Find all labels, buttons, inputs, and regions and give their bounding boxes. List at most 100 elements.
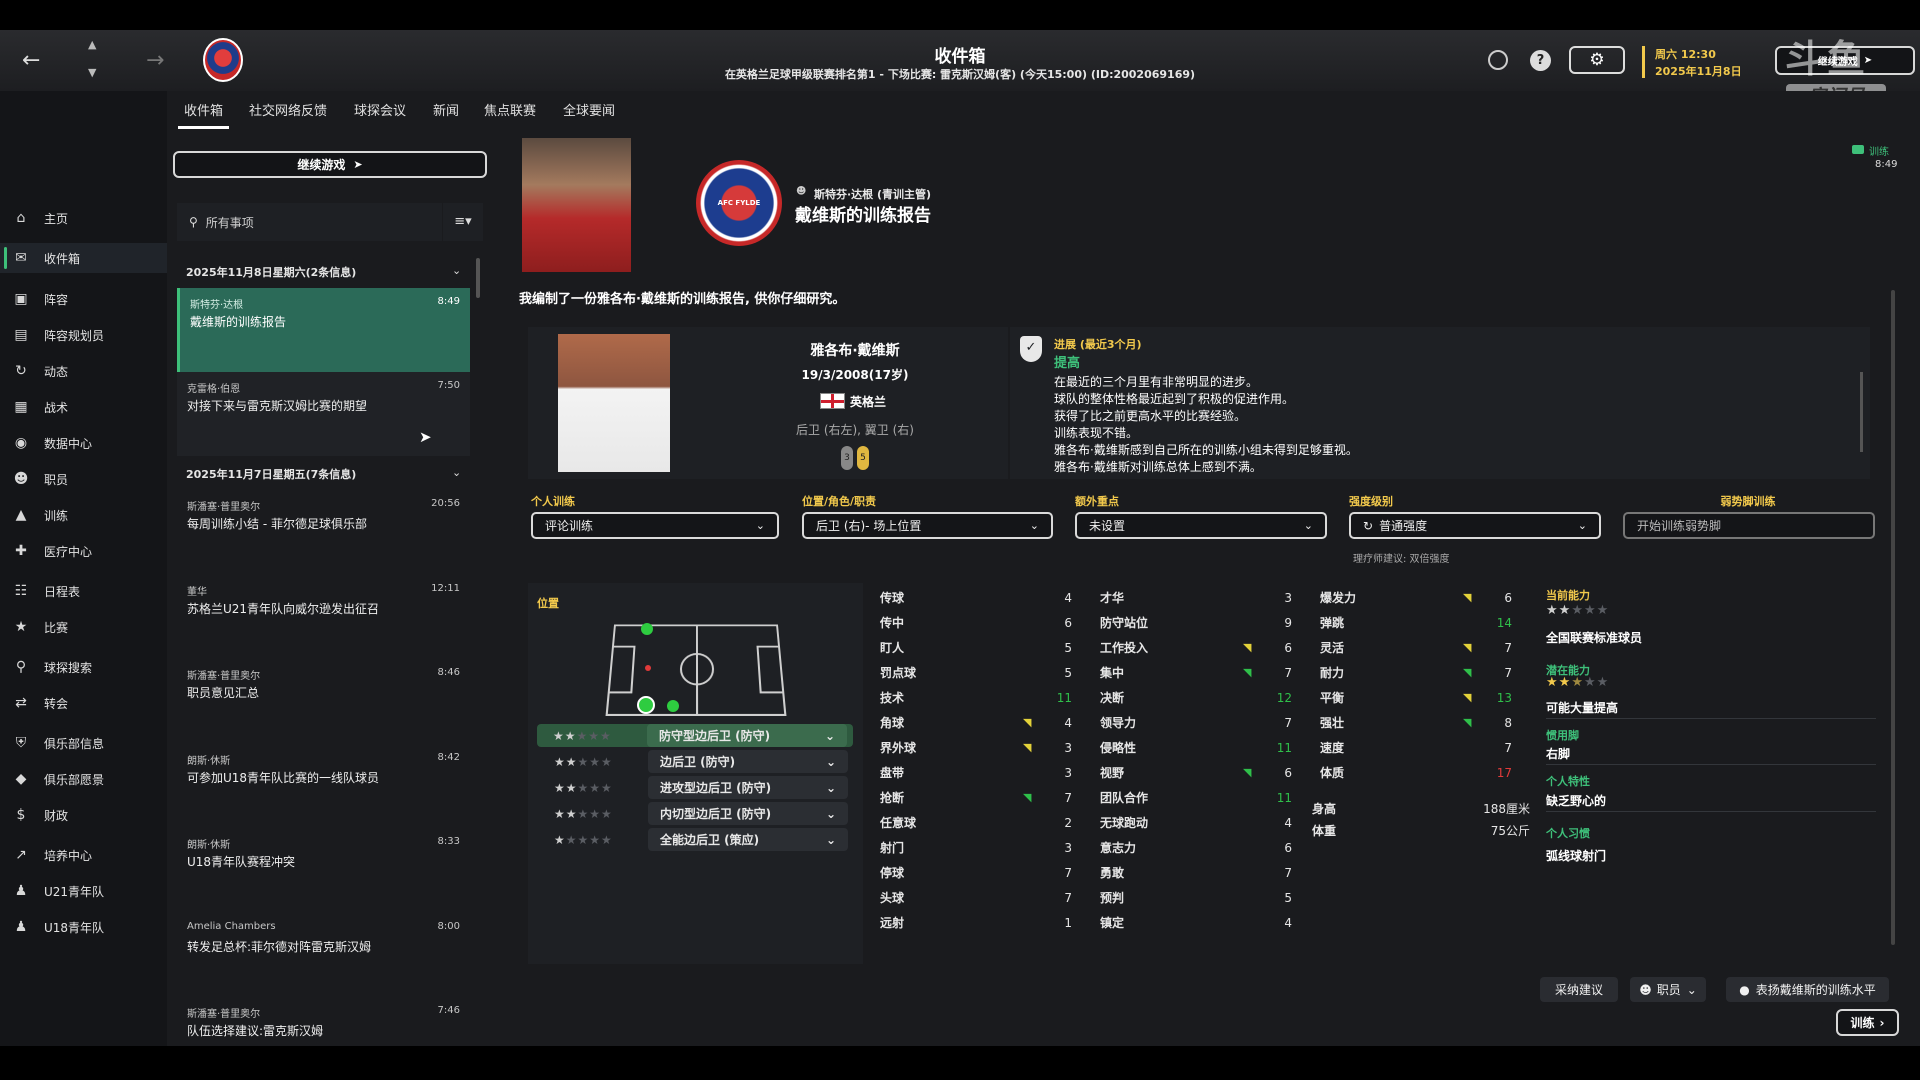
attribute-row[interactable]: 才华 3 [1100,585,1292,610]
sidebar-item-finances[interactable]: $ 财政 [0,800,167,830]
player-name[interactable]: 雅各布·戴维斯 [710,340,1000,360]
club-badge[interactable]: AFC FYLDE [696,160,782,246]
sidebar-item-u18[interactable]: ♟ U18青年队 [0,912,167,942]
sidebar-item-data-hub[interactable]: ◉ 数据中心 [0,428,167,458]
attribute-row[interactable]: 传球 4 [880,585,1072,610]
attribute-row[interactable]: 爆发力 ◥ 6 [1320,585,1512,610]
role-select[interactable]: 后卫 (右)- 场上位置 ⌄ [802,512,1053,539]
attribute-row[interactable]: 技术 11 [880,685,1072,710]
attribute-row[interactable]: 集中 ◥ 7 [1100,660,1292,685]
list-item-selected[interactable]: 斯特芬·达根 8:49 戴维斯的训练报告 [177,288,470,372]
sidebar-item-club-info[interactable]: ⛨ 俱乐部信息 [0,728,167,758]
progress-label[interactable]: 进展 (最近3个月) [1054,336,1142,352]
praise-training-button[interactable]: ● 表扬戴维斯的训练水平 [1726,977,1889,1002]
attribute-row[interactable]: 抢断 ◥ 7 [880,785,1072,810]
down-arrow-icon[interactable]: ▼ [88,66,96,79]
list-item[interactable]: 董华 12:11 苏格兰U21青年队向威尔逊发出征召 [177,575,470,659]
attribute-row[interactable]: 预判 5 [1100,885,1292,910]
attribute-row[interactable]: 无球跑动 4 [1100,810,1292,835]
progress-scrollbar[interactable] [1860,372,1863,452]
inbox-scrollbar[interactable] [476,258,480,298]
role-row-selected[interactable]: ★★★★★ 防守型边后卫 (防守) ⌄ [537,724,853,747]
sidebar-item-club-vision[interactable]: ◆ 俱乐部愿景 [0,764,167,794]
filter-menu-button[interactable]: ≡▾ [443,203,483,241]
list-item[interactable]: 斯潘塞·普里奥尔 7:46 队伍选择建议:雷克斯汉姆 [177,997,470,1045]
chevron-down-icon[interactable]: ⌄ [825,729,835,743]
settings-button[interactable]: ⚙ [1569,46,1625,74]
sidebar-item-transfers[interactable]: ⇄ 转会 [0,688,167,718]
attribute-row[interactable]: 停球 7 [880,860,1072,885]
attribute-row[interactable]: 防守站位 9 [1100,610,1292,635]
sidebar-item-u21[interactable]: ♟ U21青年队 [0,876,167,906]
attribute-row[interactable]: 传中 6 [880,610,1072,635]
attribute-row[interactable]: 速度 7 [1320,735,1512,760]
sidebar-item-dynamics[interactable]: ↻ 动态 [0,356,167,386]
chevron-down-icon[interactable]: ⌄ [826,833,836,847]
list-item[interactable]: 朗斯·休斯 8:42 可参加U18青年队比赛的一线队球员 [177,744,470,828]
sidebar-item-medical[interactable]: ✚ 医疗中心 [0,536,167,566]
sidebar-item-development[interactable]: ↗ 培养中心 [0,840,167,870]
chevron-down-icon[interactable]: ⌄ [826,807,836,821]
role-row[interactable]: ★★★★★ 全能边后卫 (策应) ⌄ [538,828,852,851]
attribute-row[interactable]: 罚点球 5 [880,660,1072,685]
sidebar-item-competitions[interactable]: ★ 比赛 [0,612,167,642]
club-crest-icon[interactable] [203,38,243,82]
player-photo[interactable] [558,334,670,472]
tab-scout-meeting[interactable]: 球探会议 [354,100,406,119]
date-group-header[interactable]: 2025年11月8日星期六(2条信息) [186,264,356,280]
attribute-row[interactable]: 视野 ◥ 6 [1100,760,1292,785]
attribute-row[interactable]: 弹跳 14 [1320,610,1512,635]
sender-photo[interactable] [522,138,631,272]
sidebar-item-squad-planner[interactable]: ▤ 阵容规划员 [0,320,167,350]
up-arrow-icon[interactable]: ▲ [88,38,96,51]
attribute-row[interactable]: 任意球 2 [880,810,1072,835]
help-icon[interactable]: ? [1530,50,1551,71]
attribute-row[interactable]: 领导力 7 [1100,710,1292,735]
attribute-row[interactable]: 耐力 ◥ 7 [1320,660,1512,685]
list-item[interactable]: 斯潘塞·普里奥尔 20:56 每周训练小结 - 菲尔德足球俱乐部 [177,490,470,574]
sidebar-item-staff[interactable]: ☻ 职员 [0,464,167,494]
staff-button[interactable]: ☻ 职员 ⌄ [1630,977,1706,1002]
attribute-row[interactable]: 意志力 6 [1100,835,1292,860]
forward-button[interactable]: → [146,48,164,73]
search-box[interactable]: ⚲ 所有事项 [177,203,442,241]
tab-focus-league[interactable]: 焦点联赛 [484,100,536,119]
tab-world-news[interactable]: 全球要闻 [563,100,615,119]
tab-inbox[interactable]: 收件箱 [177,100,230,129]
tab-news[interactable]: 新闻 [433,100,459,119]
attribute-row[interactable]: 射门 3 [880,835,1072,860]
attribute-row[interactable]: 镇定 4 [1100,910,1292,935]
role-row[interactable]: ★★★★★ 进攻型边后卫 (防守) ⌄ [538,776,852,799]
attribute-row[interactable]: 工作投入 ◥ 6 [1100,635,1292,660]
intensity-select[interactable]: ↻ 普通强度 ⌄ [1349,512,1601,539]
sidebar-item-training[interactable]: ▲ 训练 [0,500,167,530]
attribute-row[interactable]: 角球 ◥ 4 [880,710,1072,735]
tab-social-feedback[interactable]: 社交网络反馈 [249,100,327,119]
sidebar-item-inbox[interactable]: ✉ 收件箱 [0,243,167,273]
accept-advice-button[interactable]: 采纳建议 [1540,977,1618,1002]
extra-focus-select[interactable]: 未设置 ⌄ [1075,512,1327,539]
sidebar-item-schedule[interactable]: ☷ 日程表 [0,576,167,606]
back-button[interactable]: ← [22,48,50,76]
continue-game-button[interactable]: 继续游戏 ➤ [173,151,487,178]
list-item[interactable]: 斯潘塞·普里奥尔 8:46 职员意见汇总 [177,659,470,743]
attribute-row[interactable]: 勇敢 7 [1100,860,1292,885]
chevron-down-icon[interactable]: ⌄ [826,781,836,795]
chevron-down-icon[interactable]: ⌄ [452,264,461,277]
training-nav-button[interactable]: 训练 › [1836,1009,1899,1036]
search-input[interactable]: 所有事项 [206,214,254,231]
role-row[interactable]: ★★★★★ 内切型边后卫 (防守) ⌄ [538,802,852,825]
attribute-row[interactable]: 灵活 ◥ 7 [1320,635,1512,660]
attribute-row[interactable]: 平衡 ◥ 13 [1320,685,1512,710]
sidebar-item-scouting[interactable]: ⚲ 球探搜索 [0,652,167,682]
sidebar-item-home[interactable]: ⌂ 主页 [0,203,167,233]
chevron-down-icon[interactable]: ⌄ [452,466,461,479]
date-group-header[interactable]: 2025年11月7日星期五(7条信息) [186,466,356,482]
attribute-row[interactable]: 盘带 3 [880,760,1072,785]
attribute-row[interactable]: 盯人 5 [880,635,1072,660]
attribute-row[interactable]: 强壮 ◥ 8 [1320,710,1512,735]
attribute-row[interactable]: 团队合作 11 [1100,785,1292,810]
sidebar-item-tactics[interactable]: ▦ 战术 [0,392,167,422]
attribute-row[interactable]: 侵略性 11 [1100,735,1292,760]
attribute-row[interactable]: 远射 1 [880,910,1072,935]
